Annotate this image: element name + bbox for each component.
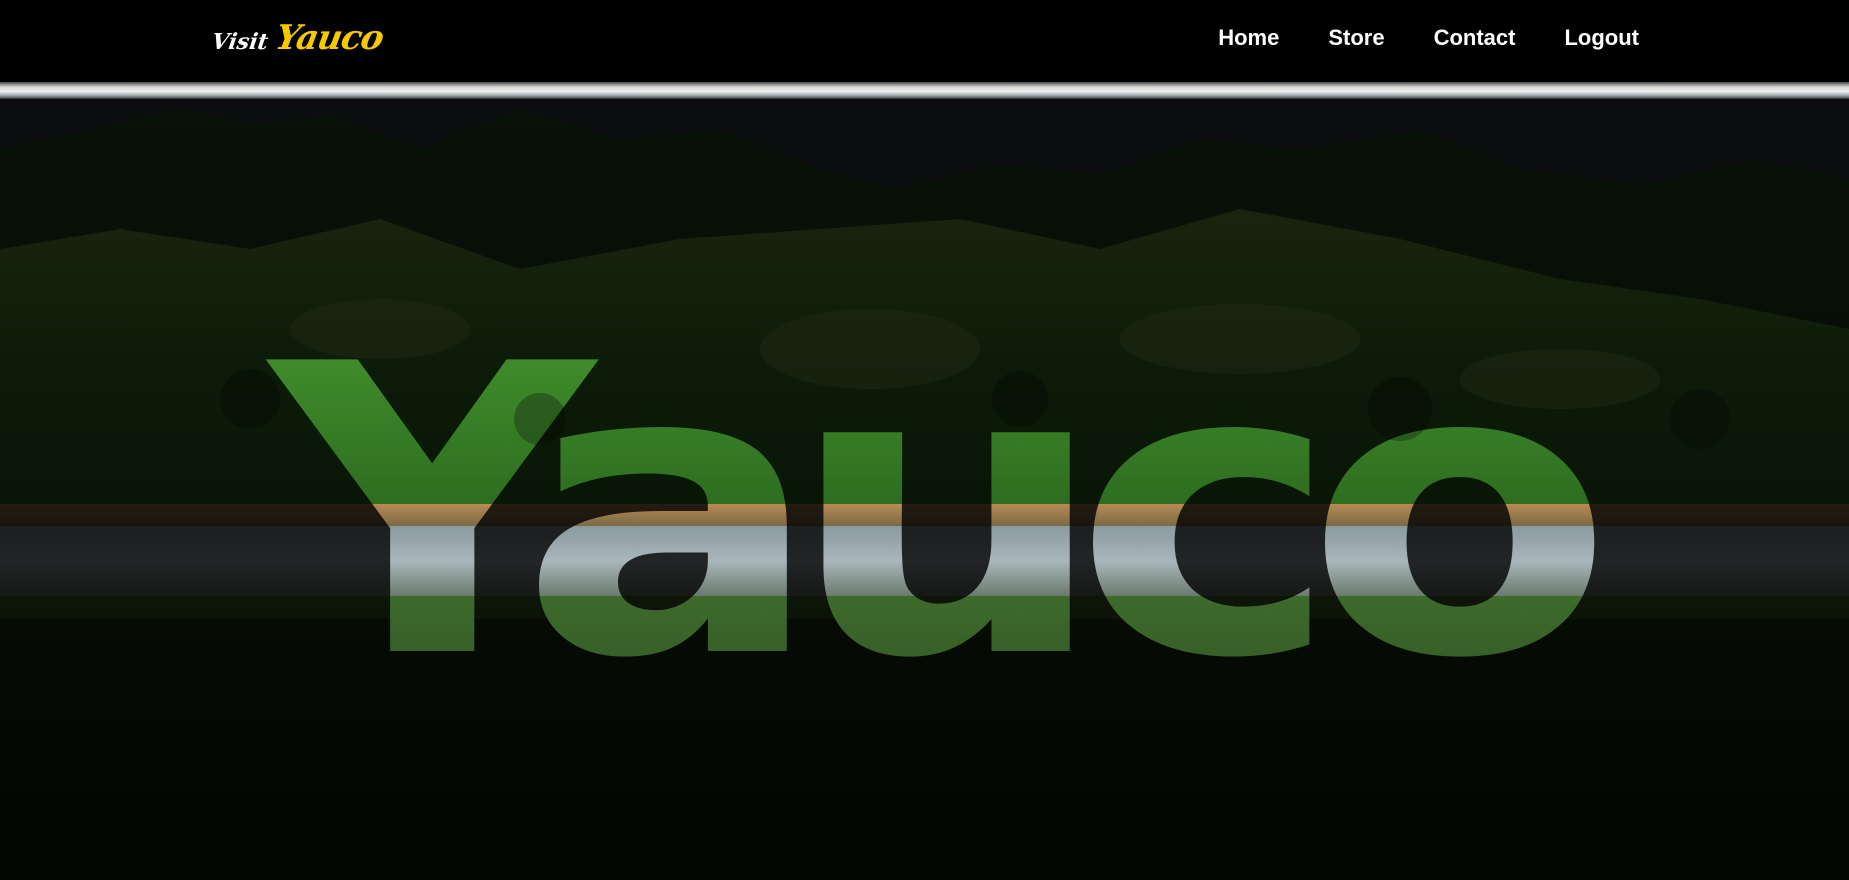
logo-prefix: Visit <box>210 29 270 55</box>
hero-banner: Yauco <box>0 99 1849 880</box>
logo-name: Yauco <box>272 18 387 58</box>
nav-divider-strip <box>0 82 1849 99</box>
nav-store-link[interactable]: Store <box>1328 25 1384 51</box>
nav-logout-link[interactable]: Logout <box>1564 25 1639 51</box>
nav-home-link[interactable]: Home <box>1218 25 1279 51</box>
site-logo[interactable]: Visit Yauco <box>210 18 387 62</box>
top-navbar: Visit Yauco Home Store Contact Logout <box>0 0 1849 82</box>
nav-contact-link[interactable]: Contact <box>1434 25 1516 51</box>
main-nav: Home Store Contact Logout <box>1218 0 1639 76</box>
hero-landscape-image: Yauco <box>0 99 1849 880</box>
